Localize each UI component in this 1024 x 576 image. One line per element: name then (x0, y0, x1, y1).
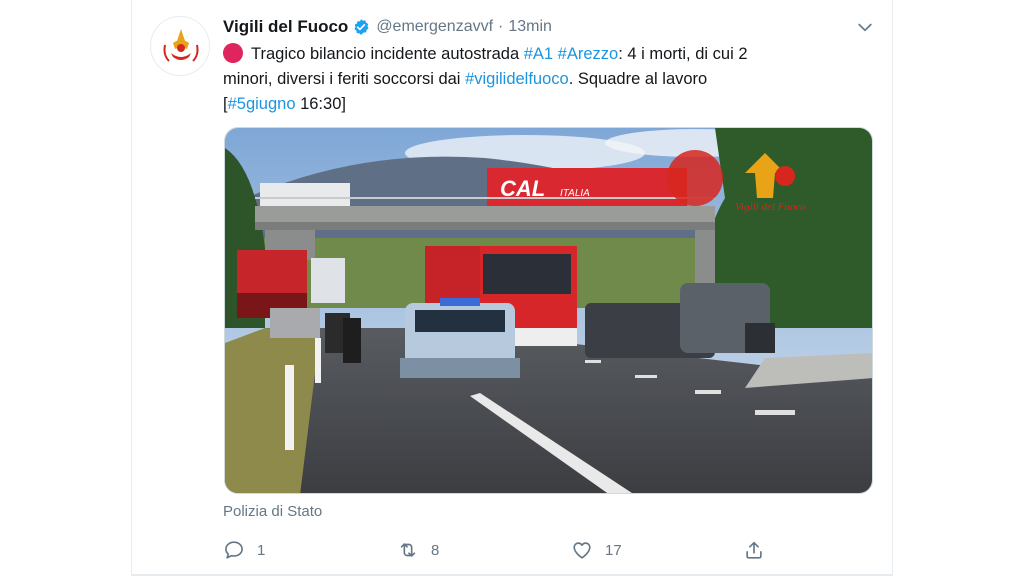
tweet-header: Vigili del Fuoco @emergenzavvf · 13min (223, 14, 552, 40)
tweet-actions: 1 8 17 (223, 538, 783, 562)
retweet-button[interactable]: 8 (397, 538, 439, 562)
retweet-count: 8 (431, 541, 440, 559)
reply-count: 1 (257, 541, 266, 559)
vigili-del-fuoco-logo (152, 18, 209, 75)
verified-badge-icon (354, 19, 369, 35)
highway-accident-photo: CAL ITALIA Vigili del Fuoco (225, 128, 872, 493)
media-credit[interactable]: Polizia di Stato (223, 503, 322, 520)
hashtag-5giugno[interactable]: #5giugno (228, 95, 296, 113)
like-icon (573, 542, 591, 559)
text-segment: minori, diversi i feriti soccorsi dai (223, 70, 466, 88)
reply-button[interactable]: 1 (223, 538, 265, 562)
handle[interactable]: @emergenzavvf (376, 18, 493, 36)
photo-watermark: Vigili del Fuoco (735, 201, 806, 213)
hashtag-arezzo[interactable]: #Arezzo (558, 45, 619, 63)
separator-dot: · (498, 18, 504, 35)
red-circle-emoji (223, 43, 243, 63)
hashtag-vigilidelfuoco[interactable]: #vigilidelfuoco (465, 70, 569, 88)
chevron-down-icon[interactable] (855, 17, 875, 37)
tweet-text-line-2: minori, diversi i feriti soccorsi dai #v… (223, 67, 883, 92)
like-count: 17 (605, 541, 622, 559)
display-name[interactable]: Vigili del Fuoco (223, 17, 348, 37)
timestamp[interactable]: 13min (508, 18, 552, 36)
avatar[interactable] (150, 16, 210, 76)
tweet-photo[interactable]: CAL ITALIA Vigili del Fuoco (224, 127, 873, 494)
like-button[interactable]: 17 (571, 538, 622, 562)
text-segment: . Squadre al lavoro (568, 70, 708, 88)
retweet-icon (400, 543, 416, 557)
reply-icon (225, 541, 243, 559)
share-icon (746, 541, 762, 559)
share-button[interactable] (743, 538, 777, 562)
tweet-text-line-3: [#5giugno 16:30] (223, 92, 883, 117)
tweet-text-line-1: Tragico bilancio incidente autostrada #A… (223, 42, 883, 67)
text-segment: Tragico bilancio incidente autostrada (251, 45, 524, 63)
hashtag-a1[interactable]: #A1 (524, 45, 553, 63)
text-segment: 16:30] (295, 95, 346, 113)
text-segment: : 4 i morti, di cui 2 (618, 45, 748, 63)
tweet-text: Tragico bilancio incidente autostrada #A… (223, 42, 883, 117)
